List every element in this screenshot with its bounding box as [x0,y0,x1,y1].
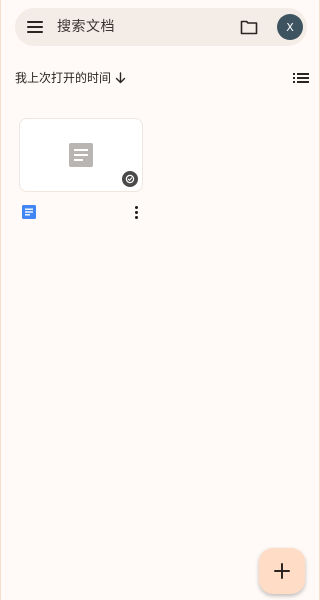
list-view-icon[interactable] [293,72,309,84]
menu-line [27,31,43,33]
offline-available-icon [122,171,138,187]
dot [134,210,138,214]
sort-label: 我上次打开的时间 [15,71,112,85]
avatar[interactable]: X [277,14,303,40]
menu-line [27,26,43,28]
folder-icon[interactable] [240,19,258,35]
arrow-down-icon [115,72,126,84]
dot [134,215,138,219]
search-input[interactable]: 搜索文档 [57,18,115,36]
add-icon [274,563,290,579]
google-docs-icon [22,205,36,219]
avatar-initial: X [286,20,294,34]
menu-icon[interactable] [27,18,45,36]
document-card[interactable] [19,118,143,192]
search-bar[interactable]: 搜索文档 X [15,8,307,46]
docs-home-screen: 搜索文档 X 我上次打开的时间 [0,0,320,600]
menu-line [27,21,43,23]
create-document-button[interactable] [259,548,305,594]
dot [134,205,138,209]
sort-selector[interactable]: 我上次打开的时间 [15,70,126,86]
document-icon [69,143,93,167]
more-vert-icon[interactable] [130,203,142,221]
